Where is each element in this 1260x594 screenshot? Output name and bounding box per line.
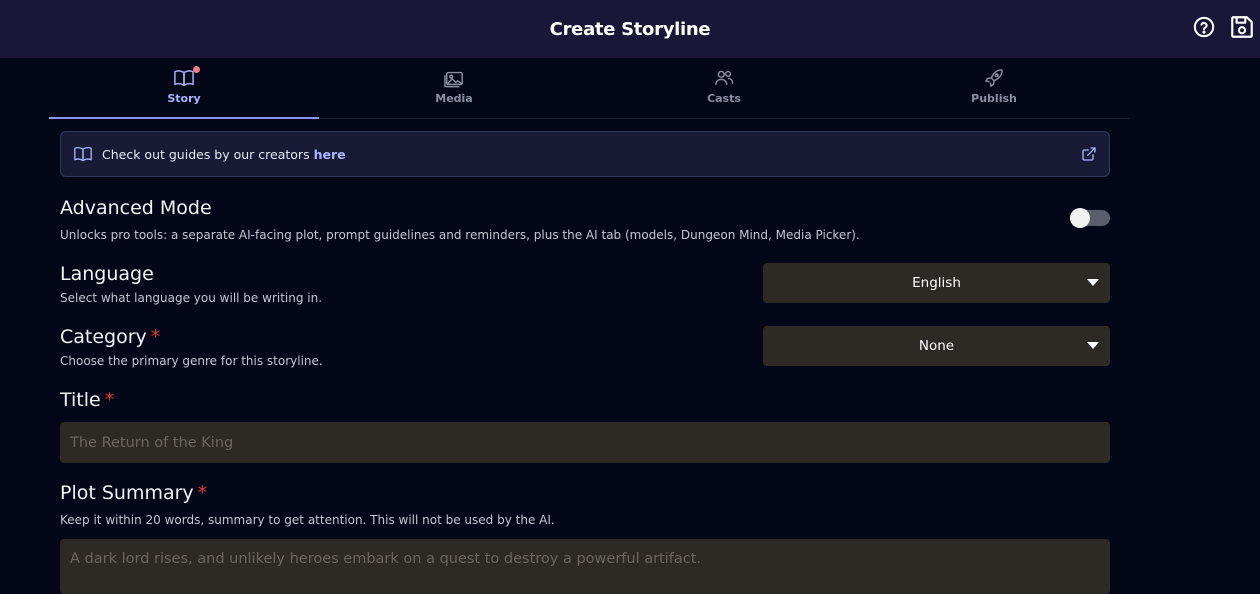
guide-link[interactable]: here [314, 147, 346, 162]
users-icon [715, 70, 734, 86]
notification-dot [193, 66, 200, 73]
language-select-value: English [912, 275, 961, 291]
advanced-mode-description: Unlocks pro tools: a separate AI-facing … [60, 228, 860, 242]
required-mark: * [150, 326, 161, 348]
advanced-mode-title-text: Advanced Mode [60, 197, 212, 219]
chevron-down-icon [1087, 279, 1099, 286]
language-select[interactable]: English [763, 263, 1110, 303]
advanced-mode-title: Advanced Mode [60, 197, 212, 219]
save-icon[interactable] [1229, 14, 1255, 40]
category-description: Choose the primary genre for this storyl… [60, 354, 323, 368]
language-title-text: Language [60, 263, 154, 285]
image-icon [444, 71, 463, 88]
title-field-label-text: Title [60, 389, 101, 411]
page-title: Create Storyline [549, 18, 711, 40]
required-mark: * [104, 389, 115, 411]
advanced-mode-toggle[interactable] [1070, 208, 1110, 228]
plot-summary-label-text: Plot Summary [60, 482, 194, 504]
tab-media[interactable]: Media [319, 58, 589, 118]
tab-story-label: Story [167, 92, 201, 105]
category-select-value: None [918, 338, 955, 354]
plot-summary-label: Plot Summary * [60, 482, 207, 504]
tab-media-label: Media [435, 92, 473, 105]
rocket-icon [985, 69, 1003, 87]
external-link-icon[interactable] [1081, 146, 1097, 162]
title-field-label: Title * [60, 389, 114, 411]
help-circle-icon[interactable] [1193, 16, 1215, 38]
category-select[interactable]: None [763, 326, 1110, 366]
category-title: Category * [60, 326, 160, 348]
tab-casts-label: Casts [707, 92, 741, 105]
guide-text: Check out guides by our creators [102, 146, 310, 162]
required-mark: * [197, 482, 208, 504]
book-open-icon [74, 146, 92, 162]
language-title: Language [60, 263, 154, 285]
tab-publish-label: Publish [971, 92, 1017, 105]
plot-summary-description: Keep it within 20 words, summary to get … [60, 513, 555, 527]
category-title-text: Category [60, 326, 147, 348]
tab-bar: Story Media Casts Publish [49, 58, 1129, 119]
book-open-icon [174, 70, 194, 87]
language-description: Select what language you will be writing… [60, 291, 323, 305]
chevron-down-icon [1087, 342, 1099, 349]
title-input[interactable] [60, 422, 1110, 463]
guide-banner: Check out guides by our creators here [60, 131, 1110, 177]
tab-story[interactable]: Story [49, 58, 319, 119]
plot-summary-input[interactable] [60, 539, 1110, 594]
app-header: Create Storyline [0, 0, 1260, 58]
tab-casts[interactable]: Casts [589, 58, 859, 118]
tab-publish[interactable]: Publish [859, 58, 1129, 118]
toggle-knob [1070, 208, 1090, 228]
